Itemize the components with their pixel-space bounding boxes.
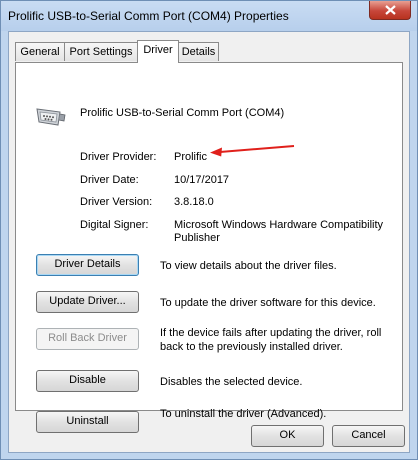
tab-details-label: Details xyxy=(181,46,216,58)
disable-description: Disables the selected device. xyxy=(160,376,303,388)
red-arrow-annotation xyxy=(210,145,295,157)
update-driver-button-label: Update Driver... xyxy=(49,295,126,307)
tab-port-settings-label: Port Settings xyxy=(69,46,133,58)
title-bar[interactable]: Prolific USB-to-Serial Comm Port (COM4) … xyxy=(1,1,417,31)
driver-details-button[interactable]: Driver Details xyxy=(36,254,139,276)
tab-port-settings[interactable]: Port Settings xyxy=(64,42,138,61)
uninstall-button[interactable]: Uninstall xyxy=(36,411,139,433)
close-button[interactable] xyxy=(369,1,411,20)
dialog-client-area: General Port Settings Driver Details Pro… xyxy=(8,31,410,453)
digital-signer-value-line1: Microsoft Windows Hardware Compatibility xyxy=(174,219,384,231)
uninstall-description: To uninstall the driver (Advanced). xyxy=(160,408,327,420)
roll-back-driver-button-label: Roll Back Driver xyxy=(48,332,127,344)
roll-back-driver-button[interactable]: Roll Back Driver xyxy=(36,328,139,350)
ok-button[interactable]: OK xyxy=(251,425,324,447)
close-icon xyxy=(385,5,396,15)
driver-date-value: 10/17/2017 xyxy=(174,174,230,186)
roll-back-description-line1: If the device fails after updating the d… xyxy=(160,327,382,339)
window-title: Prolific USB-to-Serial Comm Port (COM4) … xyxy=(8,9,289,23)
cancel-button-label: Cancel xyxy=(351,429,386,441)
tab-general-label: General xyxy=(20,46,60,58)
disable-button[interactable]: Disable xyxy=(36,370,139,392)
digital-signer-value-line2: Publisher xyxy=(174,232,220,244)
tab-details[interactable]: Details xyxy=(178,42,219,61)
serial-port-icon xyxy=(34,105,66,132)
driver-date-label: Driver Date: xyxy=(80,174,139,186)
driver-tab-panel: Prolific USB-to-Serial Comm Port (COM4) … xyxy=(15,62,403,433)
update-driver-description: To update the driver software for this d… xyxy=(160,297,376,309)
driver-details-description: To view details about the driver files. xyxy=(160,260,337,272)
uninstall-button-label: Uninstall xyxy=(66,415,109,427)
device-name: Prolific USB-to-Serial Comm Port (COM4) xyxy=(80,107,285,119)
driver-provider-label: Driver Provider: xyxy=(80,151,157,163)
ok-button-label: OK xyxy=(279,429,296,441)
driver-version-label: Driver Version: xyxy=(80,196,153,208)
update-driver-button[interactable]: Update Driver... xyxy=(36,291,139,313)
driver-version-value: 3.8.18.0 xyxy=(174,196,214,208)
digital-signer-label: Digital Signer: xyxy=(80,219,149,231)
cancel-button[interactable]: Cancel xyxy=(332,425,405,447)
tab-driver[interactable]: Driver xyxy=(137,40,179,63)
driver-details-button-label: Driver Details xyxy=(54,258,121,270)
properties-dialog: Prolific USB-to-Serial Comm Port (COM4) … xyxy=(0,0,418,460)
roll-back-description-line2: back to the previously installed driver. xyxy=(160,341,343,353)
tab-driver-label: Driver xyxy=(143,44,173,56)
driver-provider-value: Prolific xyxy=(174,151,208,163)
tab-general[interactable]: General xyxy=(15,42,65,61)
disable-button-label: Disable xyxy=(69,374,106,386)
